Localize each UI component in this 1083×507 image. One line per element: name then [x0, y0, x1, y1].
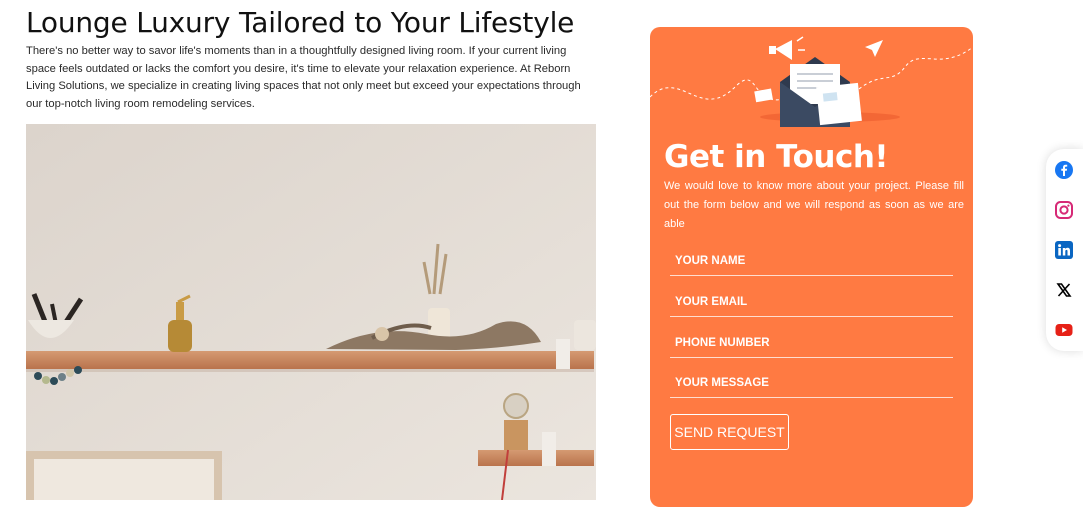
x-icon[interactable]: [1055, 281, 1073, 299]
youtube-icon[interactable]: [1055, 321, 1073, 339]
contact-form-card: Get in Touch! We would love to know more…: [650, 27, 973, 507]
social-sidebar: [1046, 149, 1083, 351]
facebook-icon[interactable]: [1055, 161, 1073, 179]
instagram-icon[interactable]: [1055, 201, 1073, 219]
form-subtext: We would love to know more about your pr…: [664, 180, 964, 230]
send-request-button[interactable]: SEND REQUEST: [670, 414, 789, 450]
living-room-photo: [26, 124, 596, 500]
name-field[interactable]: [670, 246, 953, 276]
message-field[interactable]: [670, 368, 953, 398]
phone-field[interactable]: [670, 328, 953, 358]
intro-paragraph: There's no better way to savor life's mo…: [26, 45, 581, 110]
linkedin-icon[interactable]: [1055, 241, 1073, 259]
email-field[interactable]: [670, 287, 953, 317]
form-heading: Get in Touch!: [664, 139, 889, 175]
page-title: Lounge Luxury Tailored to Your Lifestyle: [26, 6, 575, 39]
mail-envelope-illustration: [650, 36, 973, 127]
